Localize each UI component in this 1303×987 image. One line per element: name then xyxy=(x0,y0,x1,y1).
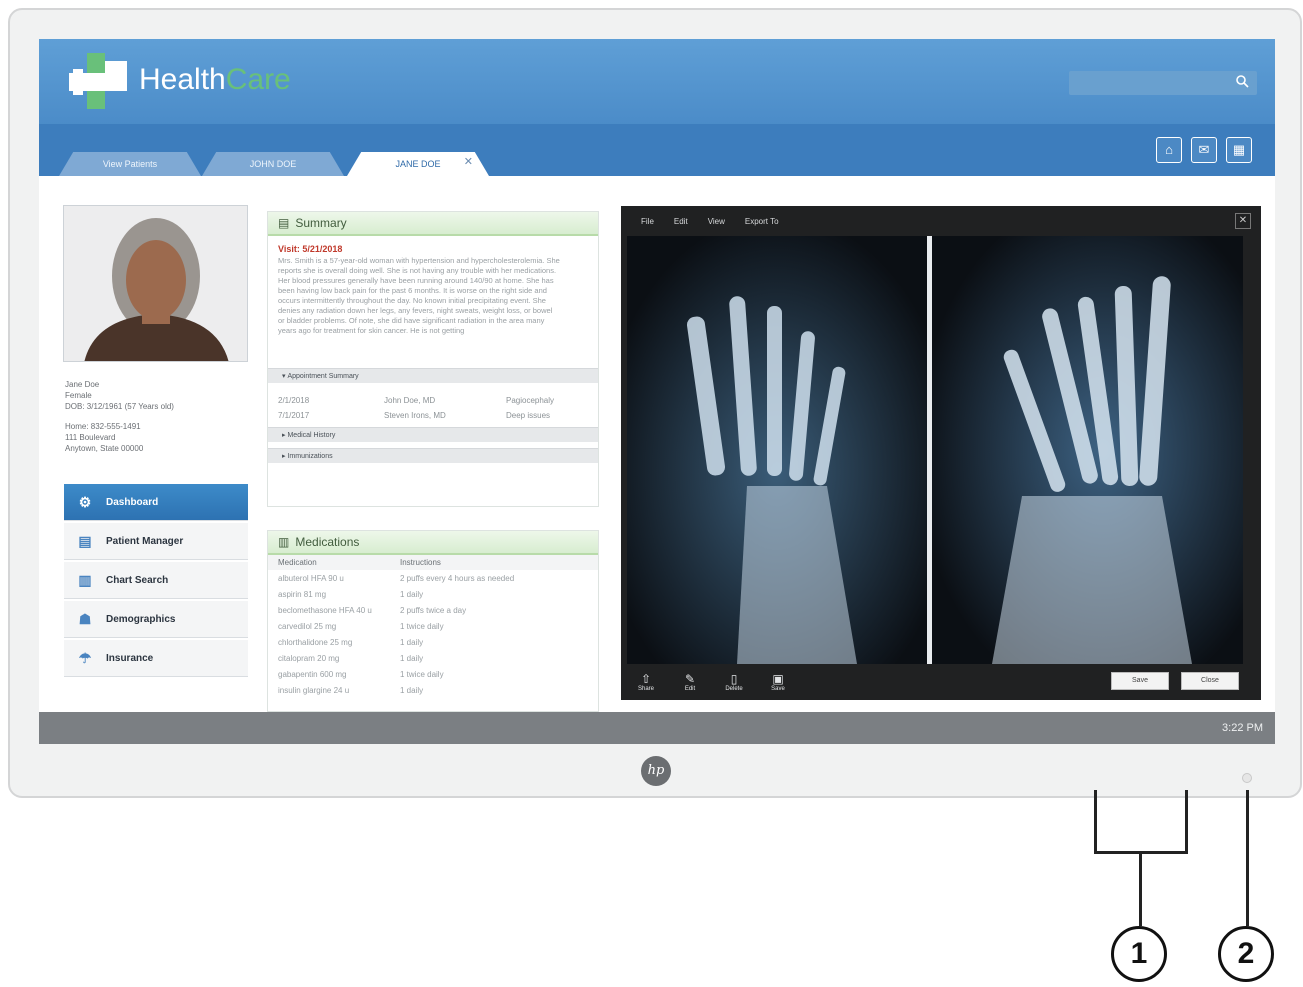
menu-export-to[interactable]: Export To xyxy=(745,217,779,226)
accordion-medical-history[interactable]: ▸ Medical History xyxy=(268,427,598,442)
image-divider xyxy=(927,236,932,664)
patient-info: Jane Doe Female DOB: 3/12/1961 (57 Years… xyxy=(65,379,174,454)
visit-date: Visit: 5/21/2018 xyxy=(278,244,343,254)
app-header: HealthCare View Patients JOHN DOE JANE D… xyxy=(39,39,1275,176)
pencil-icon: ✎ xyxy=(684,672,696,686)
patient-address-line2: Anytown, State 00000 xyxy=(65,444,144,453)
share-icon: ⇧ xyxy=(640,672,652,686)
patient-address-line1: 111 Boulevard xyxy=(65,433,116,442)
search-icon[interactable] xyxy=(1235,74,1251,90)
tab-label: JANE DOE xyxy=(395,159,441,169)
sidebar-item-patient-manager[interactable]: ▤ Patient Manager xyxy=(64,523,248,560)
table-row[interactable]: aspirin 81 mg 1 daily xyxy=(268,586,598,602)
summary-header: ▤ Summary xyxy=(268,212,598,236)
xray-viewer: File Edit View Export To ✕ ⇧ Share ✎ Edi… xyxy=(621,206,1261,700)
tab-view-patients[interactable]: View Patients xyxy=(59,152,201,176)
sidebar-item-label: Demographics xyxy=(106,613,176,625)
summary-text: Mrs. Smith is a 57-year-old woman with h… xyxy=(278,256,560,335)
sidebar-item-chart-search[interactable]: ▥ Chart Search xyxy=(64,562,248,599)
brand-title: HealthCare xyxy=(139,63,291,96)
accordion-immunizations[interactable]: ▸ Immunizations xyxy=(268,448,598,463)
table-row[interactable]: carvedilol 25 mg 1 twice daily xyxy=(268,618,598,634)
summary-panel: ▤ Summary Visit: 5/21/2018 Mrs. Smith is… xyxy=(267,211,599,507)
save-icon-button[interactable]: ▣ Save xyxy=(759,672,797,692)
sidebar-nav: ⚙ Dashboard ▤ Patient Manager ▥ Chart Se… xyxy=(64,484,248,679)
sidebar-item-label: Insurance xyxy=(106,652,154,664)
menu-edit[interactable]: Edit xyxy=(674,217,688,226)
callout-number-2: 2 xyxy=(1218,926,1274,982)
xray-image-left[interactable] xyxy=(627,236,927,664)
calendar-icon[interactable]: ▦ xyxy=(1226,137,1252,163)
tab-close-icon[interactable]: ✕ xyxy=(464,152,473,174)
accordion-label: Appointment Summary xyxy=(287,372,359,380)
medications-title: Medications xyxy=(295,535,360,549)
tab-jane-doe[interactable]: JANE DOE ✕ xyxy=(347,152,489,176)
demographics-icon: ☗ xyxy=(78,610,92,627)
medications-table-header: Medication Instructions xyxy=(268,555,598,570)
umbrella-icon: ☂ xyxy=(78,649,92,666)
trash-icon: ▯ xyxy=(730,672,738,686)
callout-line-1 xyxy=(1139,854,1142,926)
home-icon[interactable]: ⌂ xyxy=(1156,137,1182,163)
summary-title: Summary xyxy=(295,216,347,230)
sidebar-item-insurance[interactable]: ☂ Insurance xyxy=(64,640,248,677)
delete-button[interactable]: ▯ Delete xyxy=(715,672,753,692)
hp-logo: hp xyxy=(641,756,671,786)
patient-manager-icon: ▤ xyxy=(78,532,92,549)
xray-image-right[interactable] xyxy=(932,236,1243,664)
menu-view[interactable]: View xyxy=(708,217,725,226)
save-button[interactable]: Save xyxy=(1111,672,1169,690)
pill-bottle-icon: ▥ xyxy=(278,535,290,549)
screen: HealthCare View Patients JOHN DOE JANE D… xyxy=(39,39,1275,744)
close-button[interactable]: Close xyxy=(1181,672,1239,690)
accordion-label: Medical History xyxy=(287,431,336,439)
patient-photo xyxy=(63,205,248,362)
sidebar-item-demographics[interactable]: ☗ Demographics xyxy=(64,601,248,638)
table-row[interactable]: insulin glargine 24 u1 daily xyxy=(268,682,598,698)
patient-dob: DOB: 3/12/1961 (57 Years old) xyxy=(65,402,174,411)
table-row[interactable]: chlorthalidone 25 mg 1 daily xyxy=(268,634,598,650)
viewer-menu-bar: File Edit View Export To xyxy=(621,206,1261,236)
accordion-appointment-summary[interactable]: ▾ Appointment Summary xyxy=(268,368,598,383)
sidebar-item-label: Dashboard xyxy=(106,496,159,508)
taskbar: 3:22 PM xyxy=(39,712,1275,744)
table-row[interactable]: albuterol HFA 90 u2 puffs every 4 hours … xyxy=(268,570,598,586)
medications-header: ▥ Medications xyxy=(268,531,598,555)
edit-button[interactable]: ✎ Edit xyxy=(671,672,709,692)
clipboard-icon: ▤ xyxy=(278,216,290,230)
callout-number-1: 1 xyxy=(1111,926,1167,982)
table-row[interactable]: citalopram 20 mg 1 daily xyxy=(268,650,598,666)
accordion-label: Immunizations xyxy=(287,452,333,460)
sidebar-item-label: Patient Manager xyxy=(106,535,184,547)
tab-john-doe[interactable]: JOHN DOE xyxy=(202,152,344,176)
callout-line-2 xyxy=(1246,790,1249,926)
patient-name: Jane Doe xyxy=(65,380,100,389)
taskbar-clock: 3:22 PM xyxy=(1222,722,1263,734)
callout-bracket-1 xyxy=(1094,790,1188,854)
sidebar-item-dashboard[interactable]: ⚙ Dashboard xyxy=(64,484,248,521)
healthcare-logo-icon xyxy=(69,53,127,109)
patient-phone: Home: 832-555-1491 xyxy=(65,422,141,431)
search-input[interactable] xyxy=(1069,71,1257,95)
sidebar-item-label: Chart Search xyxy=(106,574,169,586)
share-button[interactable]: ⇧ Share xyxy=(627,672,665,692)
table-row[interactable]: beclomethasone HFA 40 u2 puffs twice a d… xyxy=(268,602,598,618)
power-light-icon xyxy=(1242,773,1252,783)
table-row[interactable]: gabapentin 600 mg 1 twice daily xyxy=(268,666,598,682)
floppy-icon: ▣ xyxy=(772,672,784,686)
appointment-row[interactable]: 7/1/2017 Steven Irons, MD Deep issues xyxy=(268,408,598,423)
mail-icon[interactable]: ✉ xyxy=(1191,137,1217,163)
medications-panel: ▥ Medications Medication Instructions alb… xyxy=(267,530,599,712)
viewer-close-icon[interactable]: ✕ xyxy=(1235,213,1251,229)
appointment-row[interactable]: 2/1/2018 John Doe, MD Pagiocephaly xyxy=(268,393,598,408)
chart-search-icon: ▥ xyxy=(78,571,92,588)
patient-gender: Female xyxy=(65,391,92,400)
menu-file[interactable]: File xyxy=(641,217,654,226)
dashboard-icon: ⚙ xyxy=(78,493,92,510)
